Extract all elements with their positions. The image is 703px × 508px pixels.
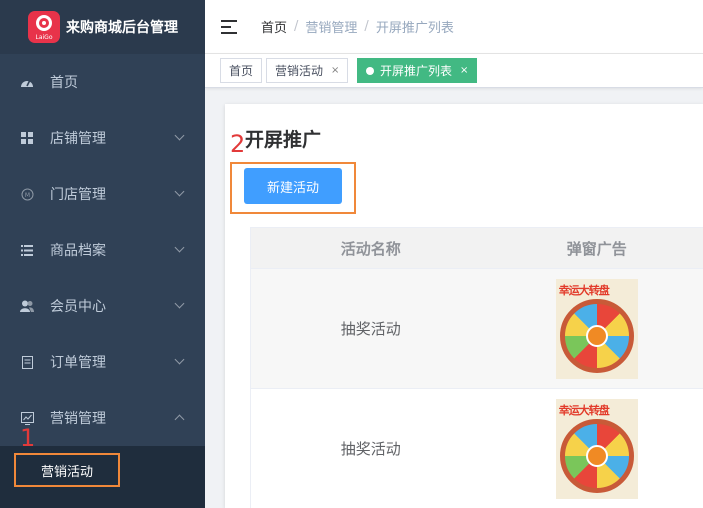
chevron-down-icon	[174, 130, 185, 141]
sidebar-item-label: 商品档案	[50, 243, 106, 259]
activity-name: 抽奖活动	[340, 320, 401, 338]
chart-icon	[20, 411, 34, 425]
active-dot-icon	[366, 66, 374, 75]
sidebar-item-products[interactable]: 商品档案	[0, 222, 205, 278]
breadcrumb-separator: /	[364, 19, 369, 34]
content-card: 2 开屏推广 新建活动 活动名称 弹窗广告 抽奖活动 幸运大转盘 抽奖活动 幸运…	[225, 104, 703, 508]
hamburger-icon[interactable]	[221, 19, 239, 34]
column-header-name: 活动名称	[340, 239, 401, 258]
breadcrumb-marketing: 营销管理	[305, 21, 358, 36]
sidebar-item-orders[interactable]: 订单管理	[0, 334, 205, 390]
new-activity-button[interactable]: 新建活动	[244, 168, 342, 204]
tag-home[interactable]: 首页	[220, 58, 263, 83]
sidebar-item-label: 会员中心	[50, 299, 106, 315]
breadcrumb-current: 开屏推广列表	[375, 21, 454, 36]
breadcrumb-home[interactable]: 首页	[261, 17, 287, 36]
store-icon: M	[20, 187, 34, 201]
sidebar-item-members[interactable]: 会员中心	[0, 278, 205, 334]
table-header: 活动名称 弹窗广告	[251, 228, 703, 269]
brand: LaiGo 来购商城后台管理	[0, 0, 205, 54]
close-icon[interactable]: ×	[460, 65, 468, 76]
svg-text:M: M	[24, 192, 29, 199]
image-banner-text: 幸运大转盘	[558, 403, 610, 417]
tag-label: 开屏推广列表	[380, 64, 453, 78]
sidebar-subitem-marketing-activities[interactable]: 营销活动	[14, 453, 120, 487]
image-banner-text: 幸运大转盘	[558, 283, 610, 297]
lottery-wheel-image[interactable]: 幸运大转盘	[555, 398, 638, 499]
tag-label: 营销活动	[275, 64, 324, 78]
popup-ad-cell: 幸运大转盘	[490, 269, 703, 388]
users-icon	[20, 299, 34, 313]
activity-name: 抽奖活动	[340, 440, 401, 458]
popup-ad-cell: 幸运大转盘	[490, 389, 703, 508]
sidebar-item-home[interactable]: 首页	[0, 54, 205, 110]
activities-table: 活动名称 弹窗广告 抽奖活动 幸运大转盘 抽奖活动 幸运大转盘	[250, 227, 703, 508]
dashboard-icon	[20, 75, 34, 89]
sidebar-item-label: 订单管理	[50, 355, 106, 371]
sidebar-item-label: 店铺管理	[50, 131, 106, 147]
breadcrumb: 首页 / 营销管理 / 开屏推广列表	[261, 17, 454, 36]
chevron-down-icon	[174, 242, 185, 253]
column-header-popup-ad: 弹窗广告	[566, 239, 627, 258]
submenu-marketing: 营销活动	[0, 446, 205, 508]
table-row[interactable]: 抽奖活动 幸运大转盘	[251, 389, 703, 508]
navbar: 首页 / 营销管理 / 开屏推广列表	[205, 0, 703, 54]
annotation-step-2: 2	[230, 130, 246, 158]
logo: LaiGo	[28, 11, 60, 43]
page-title: 开屏推广	[245, 129, 322, 151]
tags-view: 首页 营销活动 × 开屏推广列表 ×	[205, 54, 703, 88]
tag-marketing-activities[interactable]: 营销活动 ×	[266, 58, 349, 83]
logo-text: LaiGo	[35, 34, 53, 41]
order-icon	[20, 355, 34, 369]
chevron-up-icon	[174, 414, 185, 425]
chevron-down-icon	[174, 186, 185, 197]
tag-splash-list[interactable]: 开屏推广列表 ×	[357, 58, 478, 83]
tag-label: 首页	[229, 64, 254, 78]
app-title: 来购商城后台管理	[66, 20, 178, 36]
chevron-down-icon	[174, 298, 185, 309]
annotation-step-1: 1	[20, 424, 36, 452]
sidebar-subitem-label: 营销活动	[40, 464, 93, 480]
table-row[interactable]: 抽奖活动 幸运大转盘	[251, 269, 703, 389]
sidebar-item-stores[interactable]: M 门店管理	[0, 166, 205, 222]
sidebar-item-label: 首页	[50, 75, 78, 91]
sidebar-item-label: 营销管理	[50, 411, 106, 427]
close-icon[interactable]: ×	[331, 65, 339, 76]
chevron-down-icon	[174, 354, 185, 365]
breadcrumb-separator: /	[294, 19, 299, 34]
sidebar-item-label: 门店管理	[50, 187, 106, 203]
grid-icon	[20, 131, 34, 145]
sidebar-item-shops[interactable]: 店铺管理	[0, 110, 205, 166]
lottery-wheel-image[interactable]: 幸运大转盘	[555, 278, 638, 379]
list-icon	[20, 243, 34, 257]
